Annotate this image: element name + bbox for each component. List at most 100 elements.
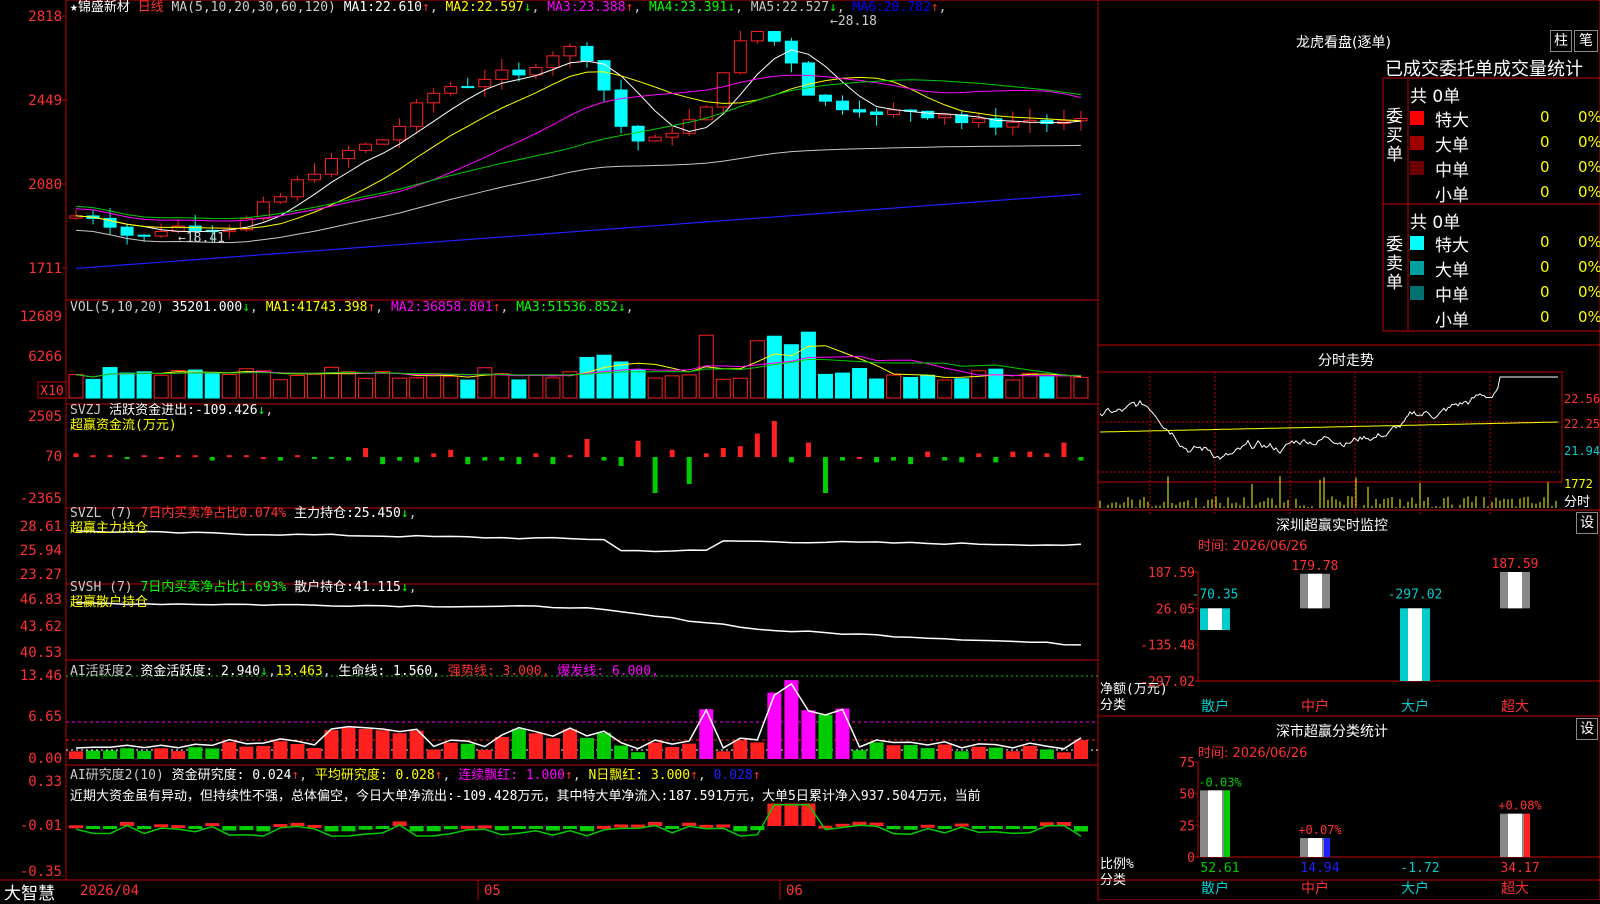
ai-research-bar-27 <box>511 826 526 829</box>
candle-body-48 <box>870 111 884 115</box>
monitor-ylabel: 净额(万元) <box>1100 682 1168 697</box>
ai-active-bar-32 <box>597 732 612 759</box>
svzj-bar-59 <box>1061 442 1067 457</box>
vol-bar-56 <box>1005 379 1021 399</box>
buy-row-pct-2: 0% <box>1578 133 1600 151</box>
svzj-bar-52 <box>942 457 948 461</box>
svsh-ratio: 7日内买卖净占比1.693% <box>140 580 287 595</box>
svzj-bar-1 <box>73 453 79 457</box>
svzl-sub: 超赢主力持仓 <box>70 521 149 536</box>
vol-bar-37 <box>681 374 697 399</box>
svzj-bar-34 <box>635 440 641 457</box>
ai-active-tick-2: 6.65 <box>28 709 62 725</box>
sell-row-pct-2: 0% <box>1578 258 1600 276</box>
ai-active-bar-20 <box>392 733 407 759</box>
ai-research-bar-17 <box>341 826 356 832</box>
vol-ma-item-1: MA1:41743.398↑ <box>265 300 376 315</box>
ai-research-bar-3 <box>103 826 118 830</box>
sell-row-label-4: 小单 <box>1435 311 1469 331</box>
svzj-bar-19 <box>380 457 386 465</box>
ai-active-bar-44 <box>801 710 816 759</box>
monitor-bar-value-2: 179.78 <box>1292 559 1339 574</box>
monitor-settings-button[interactable]: 设 <box>1576 512 1598 534</box>
vol-bar-23 <box>443 375 459 399</box>
svzl-tick-3: 23.27 <box>20 567 62 583</box>
svzl-ratio: 7日内买卖净占比0.074% <box>140 506 287 521</box>
classify-settings-button[interactable]: 设 <box>1576 718 1598 740</box>
svzl-value: 25.450 <box>353 506 401 521</box>
ai-research-bar-23 <box>443 826 458 830</box>
ai-active-bar-23 <box>443 742 458 759</box>
vol-bar-32 <box>596 354 612 399</box>
svzj-bar-8 <box>192 455 198 458</box>
price-tick-1: 2818 <box>28 9 62 25</box>
vol-bar-2 <box>85 378 101 399</box>
sell-row-label-2: 大单 <box>1435 261 1469 281</box>
vol-arrow: ↓ <box>242 300 251 315</box>
candle-body-21 <box>410 102 424 127</box>
ai-research-bar-40 <box>733 826 748 832</box>
ai-active-bar-40 <box>733 740 748 759</box>
dragon-tab-stroke[interactable]: 笔 <box>1574 30 1598 52</box>
candle-body-6 <box>154 230 168 237</box>
candle-body-26 <box>495 69 509 80</box>
sell-total: 共 0单 <box>1410 213 1461 233</box>
svzj-bar-28 <box>533 453 539 457</box>
price-tick-4: 1711 <box>28 261 62 277</box>
svzj-bar-14 <box>294 455 300 458</box>
ai-active-bar-60 <box>1073 740 1088 759</box>
vol-bar-12 <box>255 370 271 399</box>
ai-active-bar-48 <box>869 742 884 759</box>
vol-bar-44 <box>800 331 816 399</box>
candle-body-4 <box>120 226 134 236</box>
classify-change-2: +0.07% <box>1298 823 1342 837</box>
ai-active-bar-50 <box>903 745 918 759</box>
ma3-line <box>75 74 1082 222</box>
ai-research-bar-51 <box>920 824 935 828</box>
svzj-bar-13 <box>277 457 283 461</box>
ai-active-bar-18 <box>358 728 373 759</box>
sell-row-swatch-2 <box>1410 261 1424 275</box>
favorite-star-icon[interactable]: ★ <box>70 0 78 15</box>
ai-active-bar-6 <box>154 748 169 759</box>
ai-research-bar-36 <box>665 826 680 829</box>
high-note: ←28.18 <box>830 14 877 29</box>
ai-active-bar-46 <box>835 708 850 759</box>
ai-research-line <box>75 804 1082 837</box>
ai-active-bar-53 <box>954 751 969 759</box>
dragon-tab-column[interactable]: 柱 <box>1550 30 1572 52</box>
candle-body-31 <box>580 45 594 62</box>
buy-row-swatch-1 <box>1410 111 1424 125</box>
svzj-bar-29 <box>550 457 556 465</box>
svzj-bar-45 <box>822 457 828 493</box>
monitor-cat-4: 超大 <box>1501 699 1529 715</box>
date-label-1: 2026/04 <box>80 883 139 899</box>
vol-bar-1 <box>68 374 84 399</box>
minute-title[interactable]: 分时走势 <box>1318 350 1374 370</box>
vol-bar-18 <box>358 377 374 399</box>
minute-price-line <box>1099 376 1558 460</box>
svzj-bar-21 <box>414 457 420 463</box>
minute-tick-2: 22.25 <box>1564 417 1600 431</box>
ai-research-bar-30 <box>562 826 577 829</box>
vol-unit: X10 <box>40 384 63 399</box>
svzj-bar-5 <box>141 455 147 458</box>
ai-research-bar-49 <box>886 826 901 830</box>
ai-research-bar-9 <box>205 823 220 827</box>
svzj-bar-35 <box>652 457 658 493</box>
ai-research-bar-14 <box>290 822 305 826</box>
svzj-bar-46 <box>840 457 845 461</box>
right-panel-frame <box>1097 0 1600 900</box>
ai-active-bar-57 <box>1022 745 1037 759</box>
ai-research-value: 0.024 <box>252 768 292 783</box>
candle-body-16 <box>325 158 338 175</box>
vol-bar-13 <box>272 379 288 399</box>
ai-active-header: AI活跃度2 资金活跃度: 2.940↓,13.463, 生命线: 1.560,… <box>70 664 659 679</box>
ai-active-bar-33 <box>614 745 629 759</box>
candle-body-23 <box>444 86 458 94</box>
vol-tick-1: 12689 <box>20 309 62 325</box>
ai-research-tick-1: 0.33 <box>28 774 62 790</box>
period-label[interactable]: 日线 <box>138 0 164 15</box>
classify-cat-3: 大户 <box>1401 880 1429 897</box>
candle-body-19 <box>376 139 390 145</box>
